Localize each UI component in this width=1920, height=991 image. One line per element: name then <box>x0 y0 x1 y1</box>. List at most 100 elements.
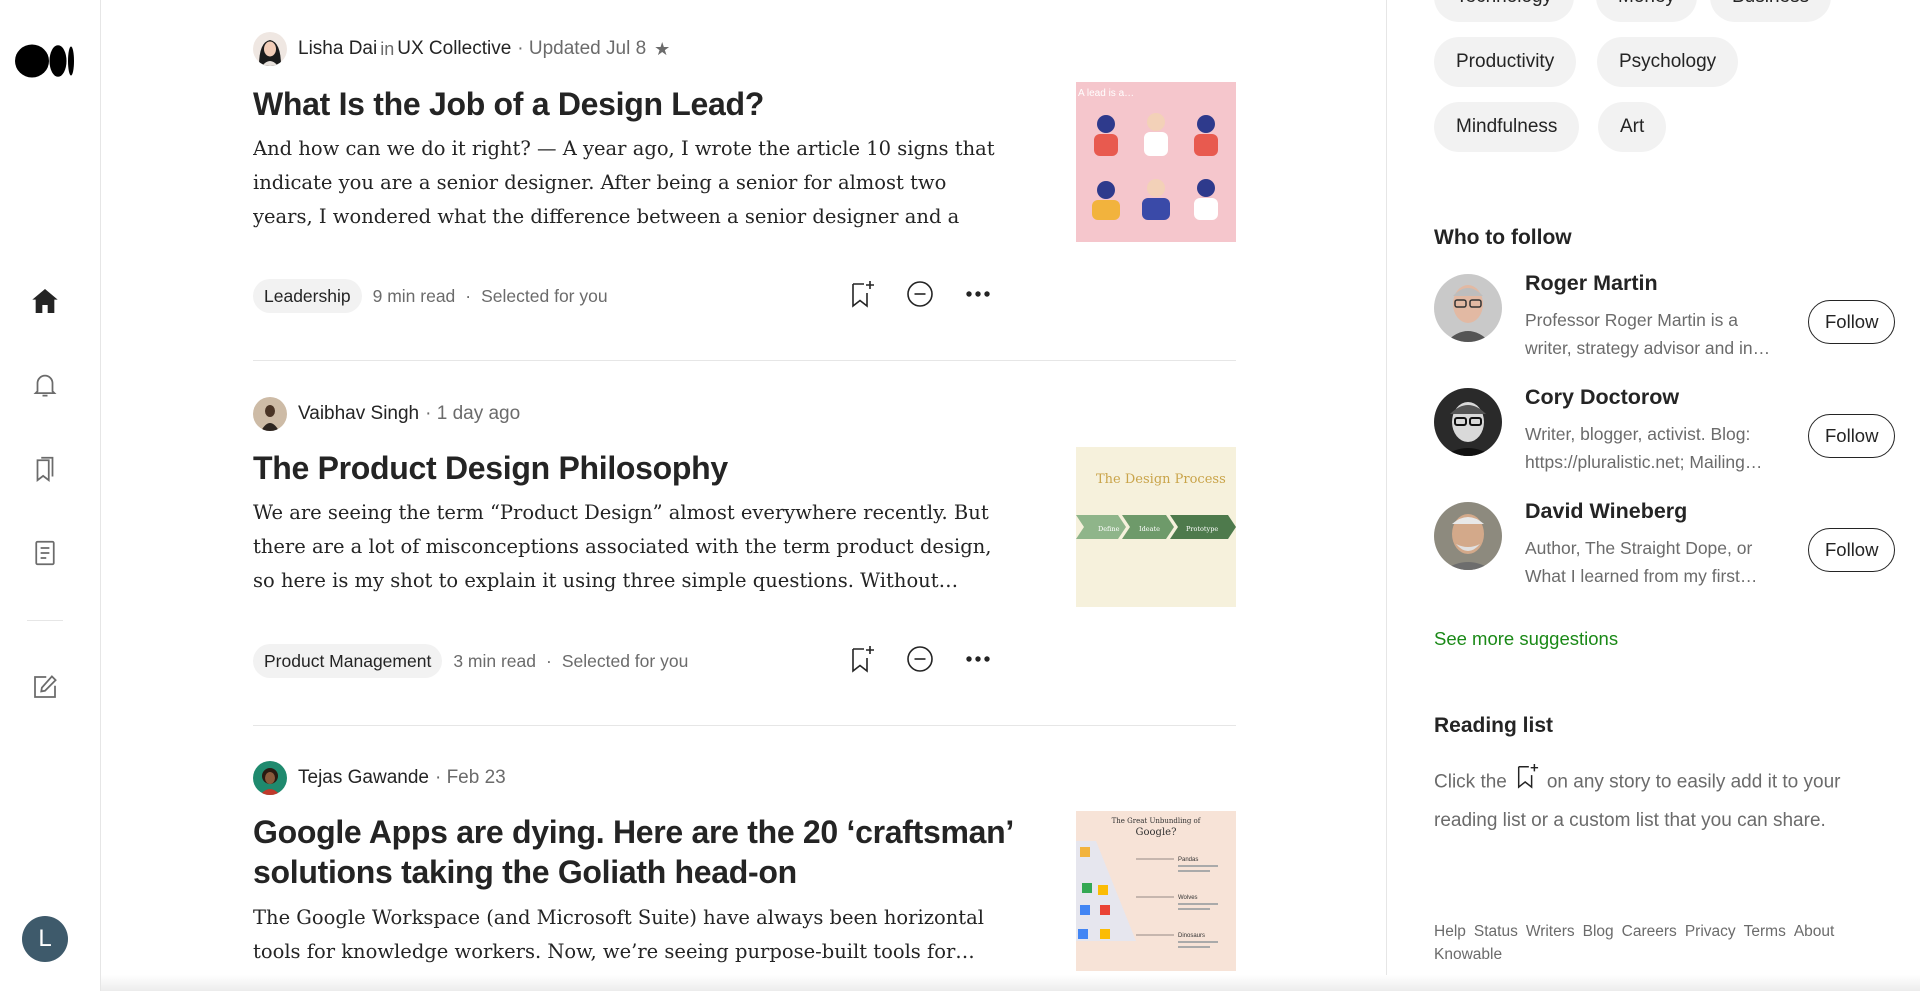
reading-list-pre: Click the <box>1434 771 1507 793</box>
topic-pill[interactable]: Money <box>1596 0 1698 22</box>
footer-link-knowable[interactable]: Knowable <box>1434 946 1502 963</box>
publication-name[interactable]: UX Collective <box>397 38 511 60</box>
process-step-label: Ideate <box>1139 525 1160 533</box>
article-divider <box>253 725 1236 726</box>
read-time: 9 min read <box>372 285 456 306</box>
author-name[interactable]: Vaibhav Singh <box>298 403 419 425</box>
article-excerpt[interactable]: The Google Workspace (and Microsoft Suit… <box>253 901 998 969</box>
article-title[interactable]: Google Apps are dying. Here are the 20 ‘… <box>253 812 1013 892</box>
topic-pill[interactable]: Technology <box>1434 0 1575 22</box>
follow-suggestion: Cory Doctorow Writer, blogger, activist.… <box>1434 385 1904 488</box>
topic-pill[interactable]: Art <box>1598 102 1667 152</box>
reading-list-heading: Reading list <box>1434 714 1554 737</box>
process-step-label: Prototype <box>1186 525 1218 533</box>
follow-suggestion: Roger Martin Professor Roger Martin is a… <box>1434 271 1904 374</box>
bottom-fade <box>101 975 1920 991</box>
thumbnail-label: Pandas <box>1178 857 1198 863</box>
show-less-minus-icon[interactable] <box>905 279 935 309</box>
suggestion-bio: Writer, blogger, activist. Blog: https:/… <box>1525 424 1763 472</box>
suggestion-bio: Author, The Straight Dope, or What I lea… <box>1525 538 1758 586</box>
thumbnail-title: The Design Process <box>1096 472 1226 487</box>
avatar-letter: L <box>38 925 52 952</box>
follow-button[interactable]: Follow <box>1808 528 1896 572</box>
user-avatar[interactable]: L <box>22 916 68 962</box>
topic-pill[interactable]: Productivity <box>1434 37 1577 87</box>
author-avatar[interactable] <box>253 761 287 795</box>
article-actions <box>847 279 993 309</box>
footer-link-terms[interactable]: Terms <box>1744 923 1786 940</box>
footer-link-careers[interactable]: Careers <box>1622 923 1677 940</box>
follow-suggestion: David Wineberg Author, The Straight Dope… <box>1434 499 1904 602</box>
in-label: in <box>380 38 395 59</box>
right-sidebar: Technology Money Business Productivity P… <box>1386 0 1920 991</box>
bookmark-add-icon[interactable] <box>847 279 877 309</box>
home-icon[interactable] <box>27 283 63 319</box>
suggestion-name[interactable]: Roger Martin <box>1525 271 1658 296</box>
article-date: · 1 day ago <box>425 403 521 424</box>
topic-tag[interactable]: Product Management <box>253 644 443 678</box>
article-byline: Vaibhav Singh · 1 day ago <box>253 397 520 431</box>
topic-pill[interactable]: Business <box>1710 0 1832 22</box>
article-thumbnail[interactable]: The Great Unbundling of Google? Pandas W… <box>1076 811 1236 971</box>
follow-button[interactable]: Follow <box>1808 300 1896 344</box>
article-actions <box>847 644 993 674</box>
more-options-icon[interactable] <box>963 279 993 309</box>
article-title[interactable]: The Product Design Philosophy <box>253 448 1013 488</box>
show-less-minus-icon[interactable] <box>905 644 935 674</box>
topic-tag[interactable]: Leadership <box>253 279 362 313</box>
suggestion-avatar[interactable] <box>1434 388 1502 456</box>
author-name[interactable]: Tejas Gawande <box>298 767 429 789</box>
left-rail: L <box>0 0 101 991</box>
footer-link-about[interactable]: About <box>1794 923 1835 940</box>
thumbnail-title: The Great Unbundling of <box>1112 817 1202 825</box>
article-thumbnail[interactable]: The Design Process Define Ideate Prototy… <box>1076 447 1236 607</box>
footer-link-blog[interactable]: Blog <box>1583 923 1614 940</box>
notifications-bell-icon[interactable] <box>27 367 63 403</box>
suggestion-bio: Professor Roger Martin is a writer, stra… <box>1525 310 1771 358</box>
author-avatar[interactable] <box>253 32 287 66</box>
bookmark-add-icon[interactable] <box>847 644 877 674</box>
reading-list-hint: Click the on any story to easily add it t… <box>1434 762 1874 839</box>
medium-logo-icon[interactable] <box>15 44 75 78</box>
footer-link-status[interactable]: Status <box>1474 923 1518 940</box>
member-star-icon: ★ <box>654 38 671 59</box>
article-byline: Tejas Gawande · Feb 23 <box>253 761 506 795</box>
footer-link-help[interactable]: Help <box>1434 923 1466 940</box>
footer-link-privacy[interactable]: Privacy <box>1685 923 1736 940</box>
write-edit-icon[interactable] <box>27 669 63 705</box>
more-options-icon[interactable] <box>963 644 993 674</box>
read-time: 3 min read <box>453 650 537 671</box>
article-excerpt[interactable]: And how can we do it right? — A year ago… <box>253 132 998 234</box>
suggestion-name[interactable]: Cory Doctorow <box>1525 385 1679 410</box>
stories-document-icon[interactable] <box>27 535 63 571</box>
thumbnail-label: Dinosaurs <box>1178 933 1205 939</box>
suggestion-avatar[interactable] <box>1434 274 1502 342</box>
follow-button[interactable]: Follow <box>1808 414 1896 458</box>
topic-pill[interactable]: Psychology <box>1597 37 1739 87</box>
article-date: · Updated Jul 8 <box>517 38 647 59</box>
topic-pill[interactable]: Mindfulness <box>1434 102 1580 152</box>
article-byline: Lisha Dai in UX Collective · Updated Jul… <box>253 32 670 66</box>
article-footer: Product Management 3 min read · Selected… <box>253 644 993 678</box>
separator-dot: · <box>465 285 472 306</box>
article-thumbnail[interactable]: A lead is a… <box>1076 82 1236 242</box>
article-title[interactable]: What Is the Job of a Design Lead? <box>253 84 1013 124</box>
who-to-follow-heading: Who to follow <box>1434 226 1572 249</box>
author-name[interactable]: Lisha Dai <box>298 38 377 60</box>
separator-dot: · <box>546 650 552 671</box>
bookmark-add-icon <box>1515 762 1539 803</box>
footer-link-writers[interactable]: Writers <box>1526 923 1575 940</box>
process-step-label: Define <box>1098 525 1120 533</box>
selection-reason: Selected for you <box>561 650 689 671</box>
article-excerpt[interactable]: We are seeing the term “Product Design” … <box>253 496 998 598</box>
selection-reason: Selected for you <box>481 285 608 306</box>
suggestion-name[interactable]: David Wineberg <box>1525 499 1687 524</box>
article-footer: Leadership 9 min read · Selected for you <box>253 279 993 313</box>
suggestion-avatar[interactable] <box>1434 502 1502 570</box>
see-more-suggestions-link[interactable]: See more suggestions <box>1434 628 1618 650</box>
library-bookmarks-icon[interactable] <box>27 451 63 487</box>
rail-divider <box>27 620 63 621</box>
author-avatar[interactable] <box>253 397 287 431</box>
footer-links: Help Status Writers Blog Careers Privacy Terms… <box>1434 920 1874 966</box>
article-divider <box>253 360 1236 361</box>
